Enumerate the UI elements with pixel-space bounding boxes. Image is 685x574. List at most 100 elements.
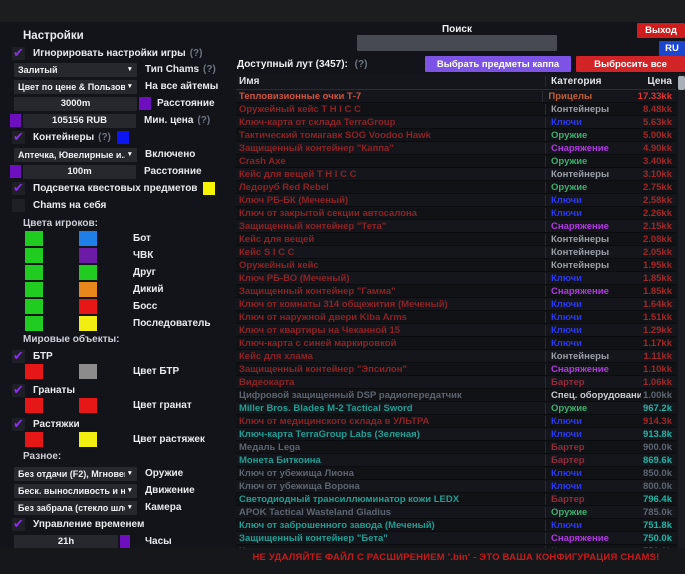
scrollbar-thumb[interactable] [678, 76, 685, 90]
table-row[interactable]: Кейс для вещей T H I C CКонтейнеры3.10kk [236, 168, 676, 181]
table-row[interactable]: Кейс S I C CКонтейнеры2.05kk [236, 246, 676, 259]
table-row[interactable]: Монета БиткоинаБартер869.6k [236, 454, 676, 467]
weapon-label: Оружие [145, 468, 183, 479]
table-row[interactable]: APOK Tactical Wasteland GladiusОружие785… [236, 506, 676, 519]
color-swatch[interactable] [79, 231, 97, 246]
hours-color-swatch[interactable] [120, 535, 130, 548]
table-row[interactable]: Защищенный контейнер "Бета"Снаряжение750… [236, 532, 676, 545]
containers-distance-color-swatch[interactable] [10, 165, 21, 178]
table-row[interactable]: Тактический томагавк SOG Voodoo HawkОруж… [236, 129, 676, 142]
color-swatch[interactable] [79, 265, 97, 280]
column-name[interactable]: Имя [236, 76, 545, 87]
table-row[interactable]: Ключ от наружной двери Kiba ArmsКлючи1.5… [236, 311, 676, 324]
scrollbar[interactable] [678, 74, 685, 548]
color-swatch[interactable] [79, 248, 97, 263]
column-price[interactable]: Цена [641, 76, 676, 87]
distance-color-swatch[interactable] [139, 97, 151, 110]
checkbox-chams-self[interactable] [12, 199, 25, 212]
color-swatch[interactable] [25, 316, 43, 331]
table-row[interactable]: Ледоруб Red RebelОружие2.75kk [236, 181, 676, 194]
checkbox-time-control[interactable]: ✔ [12, 518, 25, 531]
table-row[interactable]: Ключ от медицинского склада в УЛЬТРАКлюч… [236, 415, 676, 428]
table-row[interactable]: Ключ-карта с синей маркировкойКлючи1.17k… [236, 337, 676, 350]
color-swatch[interactable] [79, 398, 97, 413]
color-swatch[interactable] [25, 282, 43, 297]
table-row[interactable]: Miller Bros. Blades M-2 Tactical SwordОр… [236, 402, 676, 415]
chams-self-row: Chams на себя [12, 198, 106, 213]
player-color-label: Дикий [133, 284, 164, 295]
table-row[interactable]: Ключ-карта от склада TerraGroupКлючи5.63… [236, 116, 676, 129]
table-row[interactable]: Защищенный контейнер "Эпсилон"Снаряжение… [236, 363, 676, 376]
checkbox-grenades[interactable]: ✔ [12, 384, 25, 397]
table-row[interactable]: Светодиодный трансиллюминатор кожи LEDXБ… [236, 493, 676, 506]
color-swatch[interactable] [25, 265, 43, 280]
table-row[interactable]: Ключ от убежища ВоронаКлючи800.0k [236, 480, 676, 493]
help-hint[interactable]: (?) [98, 132, 111, 143]
checkbox-btr[interactable]: ✔ [12, 350, 25, 363]
table-row[interactable]: Кейс для вещейКонтейнеры2.08kk [236, 233, 676, 246]
table-row[interactable]: Ключ от убежища ЛионаКлючи850.0k [236, 467, 676, 480]
table-row[interactable]: Цифровой защищенный DSP радиопередатчикС… [236, 389, 676, 402]
color-swatch[interactable] [79, 299, 97, 314]
table-row[interactable]: Ключ от квартиры на Чеканной 15Ключи1.29… [236, 324, 676, 337]
containers-filter-dropdown[interactable]: Аптечка, Ювелирные и... ▼ [14, 148, 137, 162]
color-swatch[interactable] [79, 282, 97, 297]
checkbox-ignore-game-settings[interactable]: ✔ [12, 47, 25, 60]
color-swatch[interactable] [25, 248, 43, 263]
hours-input[interactable]: 21h [14, 535, 118, 549]
item-price: 750.0k [641, 533, 676, 544]
color-swatch[interactable] [79, 432, 97, 447]
table-row[interactable]: Ключ РБ-ВО (Меченый)Ключи1.85kk [236, 272, 676, 285]
table-row[interactable]: Защищенный контейнер "Гамма"Снаряжение1.… [236, 285, 676, 298]
item-category: Ключи [545, 468, 641, 479]
table-row[interactable]: Crash AxeОружие3.40kk [236, 155, 676, 168]
column-category[interactable]: Категория [545, 76, 641, 87]
color-swatch[interactable] [25, 299, 43, 314]
table-row[interactable]: Кейс для хламаКонтейнеры1.11kk [236, 350, 676, 363]
camera-dropdown[interactable]: Без забрала (стекло шлема) ▼ [14, 501, 137, 515]
weapon-dropdown[interactable]: Без отдачи (F2), Мгновенное п ▼ [14, 467, 137, 481]
table-row[interactable]: Ключ-карта TerraGroup Labs (Зеленая)Ключ… [236, 428, 676, 441]
checkbox-tripwires[interactable]: ✔ [12, 418, 25, 431]
select-kappa-button[interactable]: Выбрать предметы каппа [425, 56, 571, 72]
chams-type-dropdown[interactable]: Залитый ▼ [14, 63, 137, 77]
language-button[interactable]: RU [659, 41, 685, 56]
color-swatch[interactable] [25, 231, 43, 246]
min-price-input[interactable]: 105156 RUB [23, 114, 136, 128]
table-row[interactable]: Защищенный контейнер "Тета"Снаряжение2.1… [236, 220, 676, 233]
movement-dropdown[interactable]: Беск. выносливость и нет уста: ▼ [14, 484, 137, 498]
color-swatch[interactable] [25, 398, 43, 413]
table-row[interactable]: Ключ РБ-БК (Меченый)Ключи2.58kk [236, 194, 676, 207]
drop-all-button[interactable]: Выбросить все [576, 56, 685, 72]
containers-color-swatch[interactable] [117, 131, 129, 144]
table-row[interactable]: Ключ от комнаты 314 общежития (Меченый)К… [236, 298, 676, 311]
table-row[interactable]: Оружейный кейсКонтейнеры1.95kk [236, 259, 676, 272]
table-row[interactable]: Защищенный контейнер "Каппа"Снаряжение4.… [236, 142, 676, 155]
checkbox-quest-highlight[interactable]: ✔ [12, 182, 25, 195]
help-hint[interactable]: (?) [190, 48, 203, 59]
color-swatch[interactable] [79, 364, 97, 379]
time-control-row: ✔ Управление временем [12, 517, 144, 532]
table-row[interactable]: Ключ от заброшенного завода (Меченый)Клю… [236, 519, 676, 532]
help-hint[interactable]: (?) [197, 115, 210, 126]
table-row[interactable]: ВидеокартаБартер1.06kk [236, 376, 676, 389]
table-row[interactable]: Оружейный кейс T H I C CКонтейнеры8.48kk [236, 103, 676, 116]
table-row[interactable]: Ключ от закрытой секции автосалонаКлючи2… [236, 207, 676, 220]
color-swatch[interactable] [25, 364, 43, 379]
table-row[interactable]: Тепловизионные очки Т-7Прицелы17.33kk [236, 90, 676, 103]
color-mode-dropdown[interactable]: Цвет по цене & Пользователь ▼ [14, 80, 137, 94]
color-swatch[interactable] [79, 316, 97, 331]
checkbox-containers[interactable]: ✔ [12, 131, 25, 144]
help-hint[interactable]: (?) [355, 59, 368, 70]
weapon-value: Без отдачи (F2), Мгновенное п [18, 469, 125, 479]
containers-distance-input[interactable]: 100m [23, 165, 136, 179]
color-swatch[interactable] [25, 432, 43, 447]
quest-highlight-color-swatch[interactable] [203, 182, 215, 195]
distance-input[interactable]: 3000m [14, 97, 137, 111]
check-icon: ✔ [13, 46, 24, 59]
table-row[interactable]: Медаль LegaБартер900.0k [236, 441, 676, 454]
search-input[interactable] [357, 35, 557, 51]
exit-button[interactable]: Выход [637, 23, 685, 38]
min-price-color-swatch[interactable] [10, 114, 21, 127]
help-hint[interactable]: (?) [203, 64, 216, 75]
